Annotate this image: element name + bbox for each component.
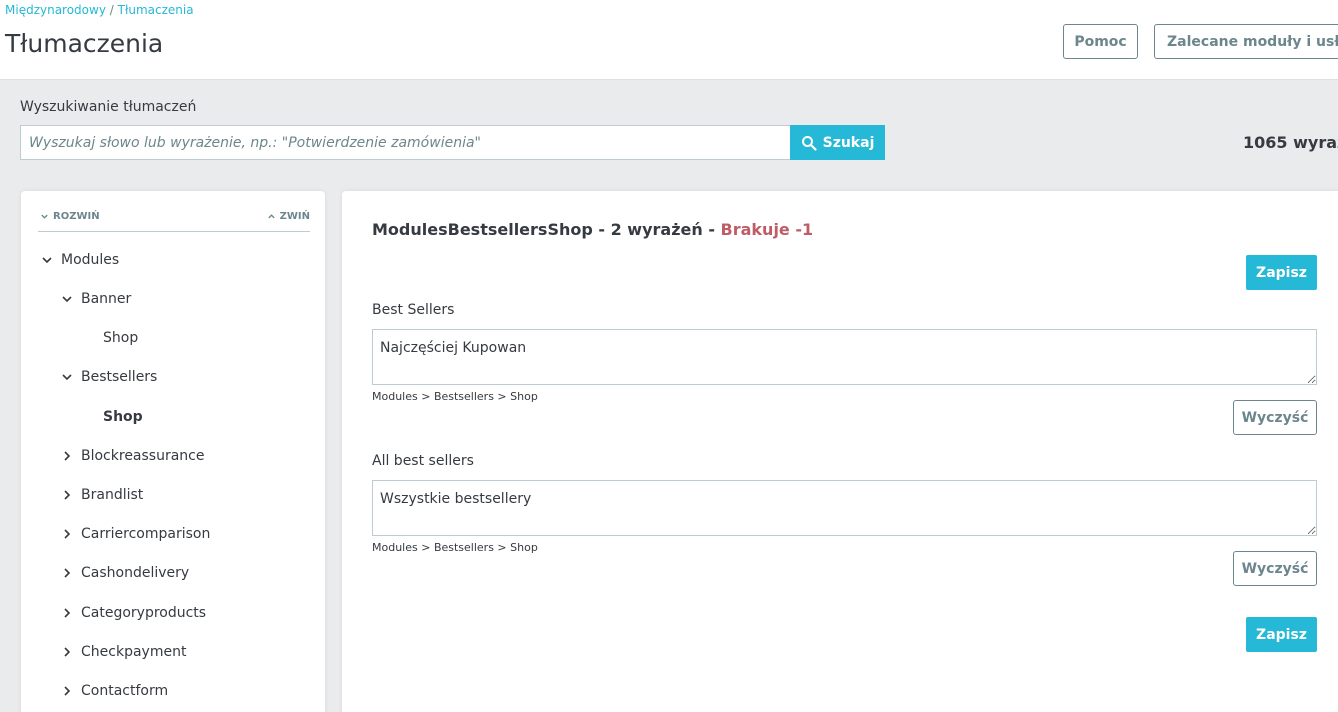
clear-button[interactable]: Wyczyść (1233, 551, 1317, 586)
tree-item-label: Blockreassurance (81, 448, 205, 464)
tree-item-checkpayment[interactable]: Checkpayment (61, 640, 186, 664)
search-icon (801, 135, 817, 151)
tree-item-modules[interactable]: Modules (41, 248, 119, 272)
chevron-right-icon (61, 646, 73, 658)
tree-item-label: Shop (103, 409, 143, 425)
translation-path: Modules > Bestsellers > Shop (372, 541, 538, 554)
tree-item-label: Categoryproducts (81, 605, 207, 621)
tree-item-brandlist[interactable]: Brandlist (61, 483, 143, 507)
breadcrumb-separator: / (109, 3, 114, 17)
tree-controls: ROZWIŃ ZWIŃ (38, 209, 310, 232)
page-title: Tłumaczenia (5, 29, 164, 58)
tree-item-label: Shop (103, 330, 139, 346)
chevron-right-icon (61, 567, 73, 579)
tree-item-categoryproducts[interactable]: Categoryproducts (61, 601, 206, 625)
domain-title-text: ModulesBestsellersShop - 2 wyrażeń - (372, 220, 721, 239)
save-button-top[interactable]: Zapisz (1246, 255, 1317, 290)
expand-all-button[interactable]: ROZWIŃ (40, 211, 100, 222)
tree-item-contactform[interactable]: Contactform (61, 679, 168, 703)
help-button[interactable]: Pomoc (1063, 24, 1138, 59)
chevron-down-icon (41, 254, 53, 266)
search-input[interactable] (20, 125, 791, 160)
tree-item-label: Checkpayment (81, 644, 187, 660)
missing-count[interactable]: Brakuje -1 (721, 220, 814, 239)
domain-title: ModulesBestsellersShop - 2 wyrażeń - Bra… (372, 220, 813, 239)
chevron-right-icon (61, 685, 73, 697)
breadcrumb: Międzynarodowy / Tłumaczenia (5, 3, 194, 17)
chevron-right-icon (61, 607, 73, 619)
tree-item-label: Bestsellers (81, 369, 158, 385)
chevron-down-icon (40, 212, 49, 221)
tree-item-blockreassurance[interactable]: Blockreassurance (61, 444, 204, 468)
collapse-all-button[interactable]: ZWIŃ (267, 211, 310, 222)
tree-item-label: Cashondelivery (81, 565, 190, 581)
source-text-label: All best sellers (372, 453, 474, 469)
tree-item-label: Brandlist (81, 487, 144, 503)
page-header: Międzynarodowy / Tłumaczenia Tłumaczenia… (0, 0, 1338, 80)
chevron-up-icon (267, 212, 276, 221)
translation-field[interactable]: Wszystkie bestsellery (372, 480, 1317, 536)
recommended-modules-button[interactable]: Zalecane moduły i usługi (1154, 24, 1338, 59)
tree-item-carriercomparison[interactable]: Carriercomparison (61, 522, 210, 546)
breadcrumb-link-translations[interactable]: Tłumaczenia (118, 3, 194, 17)
tree-item-cashondelivery[interactable]: Cashondelivery (61, 561, 189, 585)
tree-item-bestsellers-shop[interactable]: Shop (103, 405, 143, 429)
tree-item-label: Contactform (81, 683, 169, 699)
chevron-right-icon (61, 528, 73, 540)
expression-count: 1065 wyrażeń (1243, 133, 1338, 152)
tree-item-label: Modules (61, 252, 120, 268)
chevron-down-icon (61, 293, 73, 305)
source-text-label: Best Sellers (372, 302, 455, 318)
tree-item-banner-shop[interactable]: Shop (103, 326, 138, 350)
breadcrumb-link-international[interactable]: Międzynarodowy (5, 3, 106, 17)
translation-field[interactable]: Najczęściej Kupowan (372, 329, 1317, 385)
chevron-right-icon (61, 489, 73, 501)
tree-item-label: Carriercomparison (81, 526, 211, 542)
search-label: Wyszukiwanie tłumaczeń (20, 99, 197, 115)
translations-panel: ModulesBestsellersShop - 2 wyrażeń - Bra… (342, 191, 1338, 712)
chevron-right-icon (61, 450, 73, 462)
tree-item-label: Banner (81, 291, 132, 307)
save-button-bottom[interactable]: Zapisz (1246, 617, 1317, 652)
translation-tree-panel: ROZWIŃ ZWIŃ Modules Banner Shop Bestsell… (21, 191, 325, 712)
collapse-all-label: ZWIŃ (279, 211, 310, 222)
search-button-label: Szukaj (822, 134, 875, 151)
translation-path: Modules > Bestsellers > Shop (372, 390, 538, 403)
tree-item-banner[interactable]: Banner (61, 287, 131, 311)
chevron-down-icon (61, 371, 73, 383)
clear-button[interactable]: Wyczyść (1233, 400, 1317, 435)
search-button[interactable]: Szukaj (790, 125, 885, 160)
tree-item-bestsellers[interactable]: Bestsellers (61, 365, 157, 389)
expand-all-label: ROZWIŃ (53, 211, 100, 222)
